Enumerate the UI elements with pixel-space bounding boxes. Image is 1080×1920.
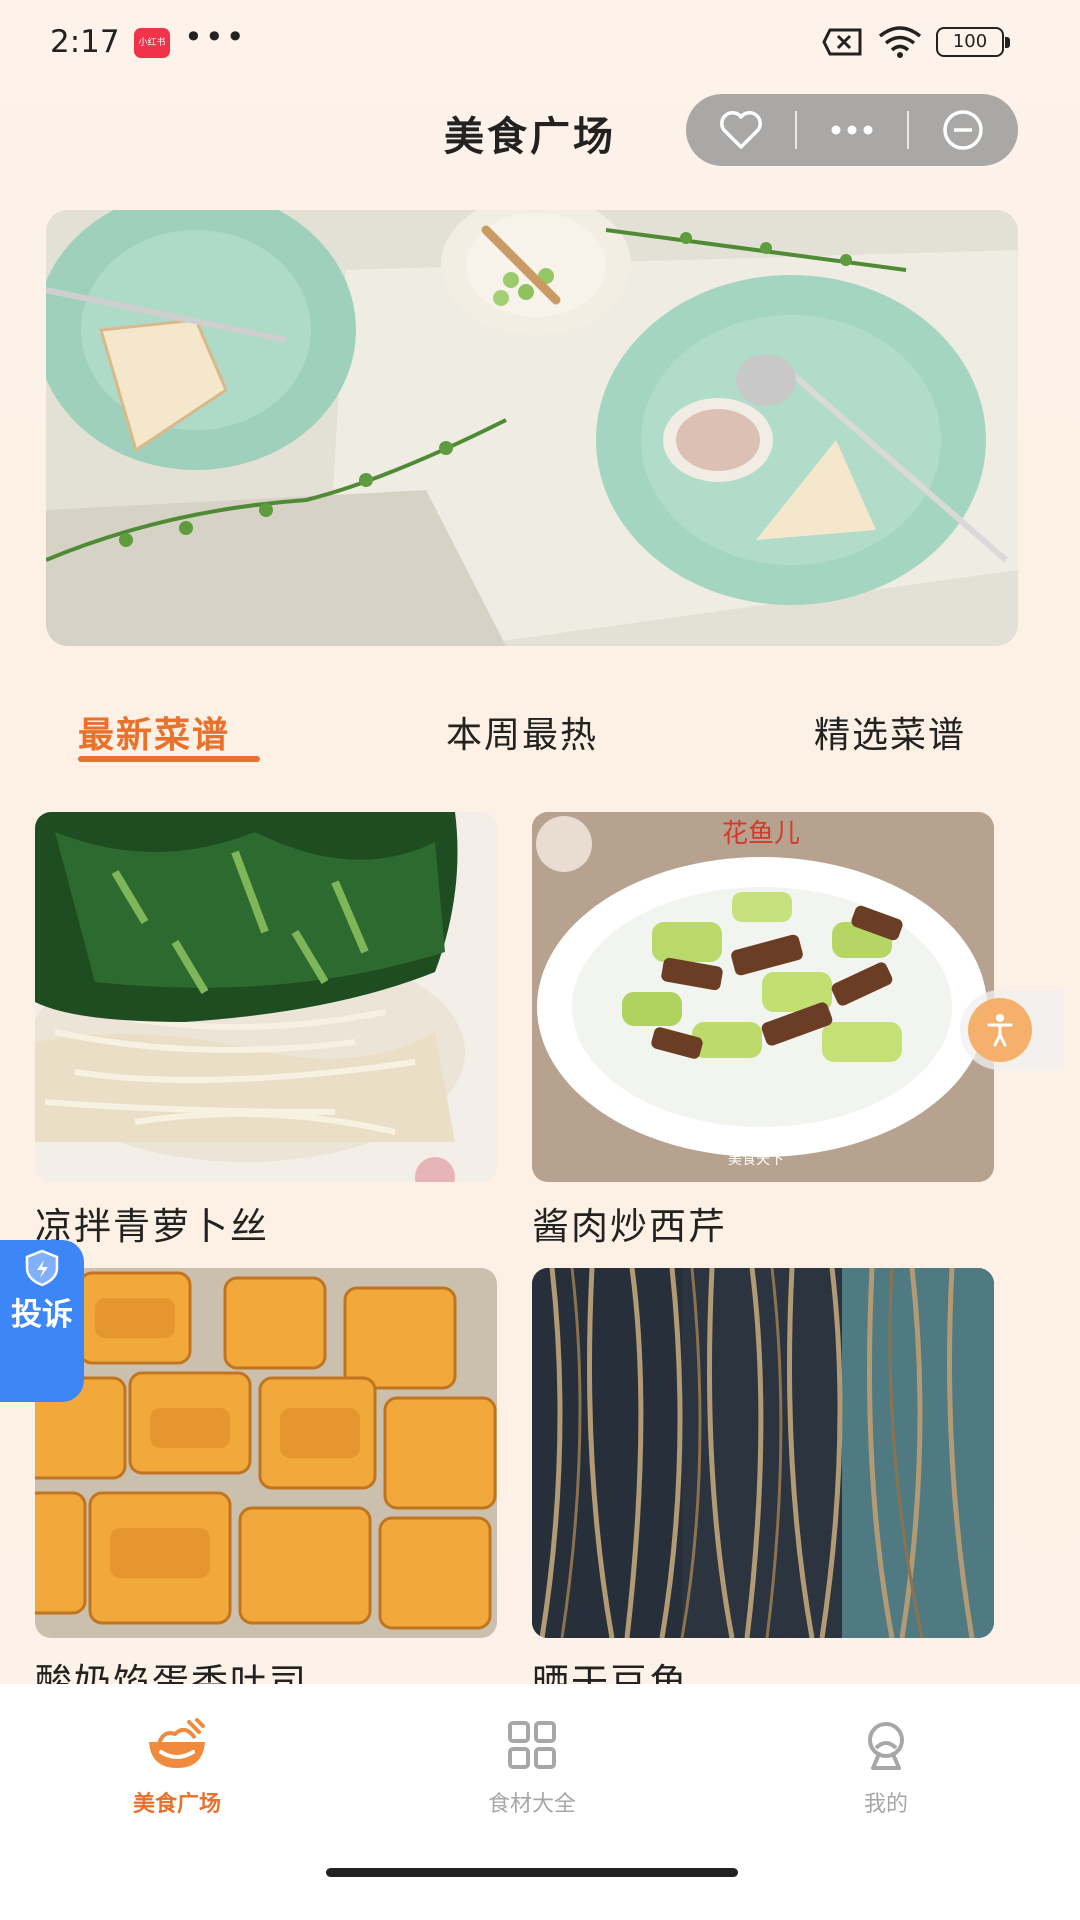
favorite-button[interactable] [686, 94, 795, 166]
minus-circle-icon [943, 110, 984, 150]
accessibility-ball [968, 998, 1032, 1062]
recipe-card[interactable]: 凉拌青萝卜丝 [35, 812, 497, 1250]
more-button[interactable] [797, 94, 906, 166]
recipe-card[interactable]: 花鱼儿 美食天下 酱肉炒西芹 [532, 812, 994, 1250]
shield-icon [25, 1249, 59, 1287]
recipe-tabs: 最新菜谱 本周最热 精选菜谱 [0, 700, 1080, 770]
tab-featured[interactable]: 精选菜谱 [814, 706, 966, 758]
accessibility-float-button[interactable] [960, 990, 1064, 1070]
recipe-title: 酱肉炒西芹 [532, 1205, 727, 1248]
grid-icon [508, 1721, 556, 1769]
nav-label: 我的 [863, 1792, 908, 1817]
banner-image[interactable] [46, 210, 1018, 646]
status-icons: 100 [822, 26, 1010, 58]
close-box-icon [822, 28, 862, 56]
banner-illustration [46, 210, 1018, 646]
status-bar: 2:17 小红书 ••• 100 [0, 0, 1080, 84]
wifi-icon [878, 26, 922, 58]
tab-active-indicator [78, 756, 260, 762]
recipe-image-dried-beans [532, 1268, 994, 1638]
recipe-title: 凉拌青萝卜丝 [35, 1205, 269, 1248]
heart-icon [719, 111, 762, 149]
app-badge-icon: 小红书 [134, 28, 170, 58]
nav-label: 美食广场 [132, 1792, 221, 1817]
recipe-image [35, 1268, 497, 1638]
mini-program-capsule [686, 94, 1018, 166]
nav-mine[interactable]: 我的 [786, 1718, 986, 1818]
image-watermark: 花鱼儿 [722, 819, 800, 849]
complaint-button[interactable]: 投诉 [0, 1240, 84, 1402]
recipe-image-toast [35, 1268, 497, 1638]
minimize-button[interactable] [909, 94, 1018, 166]
image-watermark-bottom: 美食天下 [728, 1151, 784, 1168]
complaint-label: 投诉 [11, 1297, 73, 1333]
nav-label: 食材大全 [487, 1792, 576, 1817]
recipe-card[interactable]: 酸奶馅蛋香吐司 [35, 1268, 497, 1706]
status-more-dots: ••• [184, 18, 247, 56]
recipe-image: 花鱼儿 美食天下 [532, 812, 994, 1182]
more-icon [831, 125, 873, 135]
recipe-image-celery: 花鱼儿 美食天下 [532, 812, 994, 1182]
nav-food-square[interactable]: 美食广场 [77, 1718, 277, 1818]
tab-latest[interactable]: 最新菜谱 [78, 706, 230, 758]
recipe-image-radish [35, 812, 497, 1182]
food-bowl-icon [149, 1718, 205, 1768]
recipe-image [532, 1268, 994, 1638]
nav-ingredients[interactable]: 食材大全 [432, 1718, 632, 1818]
recipe-image [35, 812, 497, 1182]
recipe-card[interactable]: 晒干豆角 [532, 1268, 994, 1706]
user-icon [868, 1722, 904, 1770]
tab-weekly-hot[interactable]: 本周最热 [446, 706, 598, 758]
person-icon [987, 1014, 1013, 1047]
page-title: 美食广场 [444, 114, 616, 160]
home-indicator[interactable] [326, 1868, 738, 1877]
battery-icon: 100 [936, 27, 1010, 57]
status-time: 2:17 [50, 24, 120, 60]
bottom-nav: 美食广场 食材大全 我的 [0, 1684, 1080, 1920]
